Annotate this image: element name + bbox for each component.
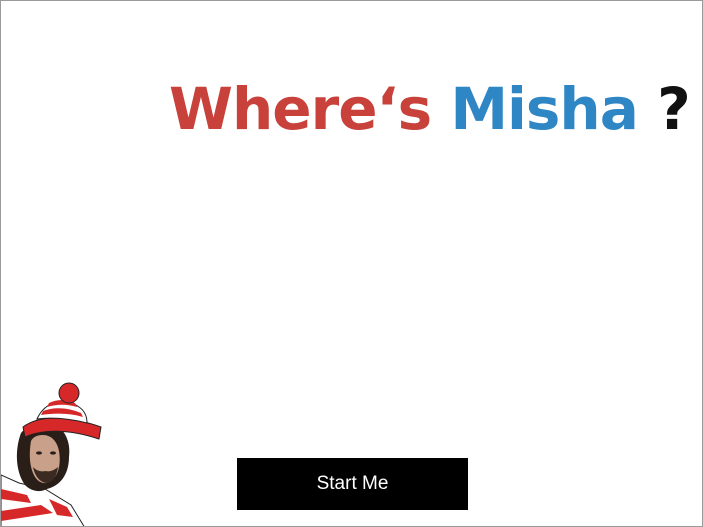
misha-character-icon: [1, 382, 102, 526]
title-word-wheres: Where‘s: [169, 75, 432, 143]
start-button[interactable]: Start Me: [237, 458, 468, 510]
title-word-misha: Misha: [450, 75, 639, 143]
title-question-mark: ?: [657, 75, 691, 143]
game-stage: Where‘s Misha ? Start Me: [0, 0, 703, 527]
game-title: Where‘s Misha ?: [169, 73, 691, 145]
